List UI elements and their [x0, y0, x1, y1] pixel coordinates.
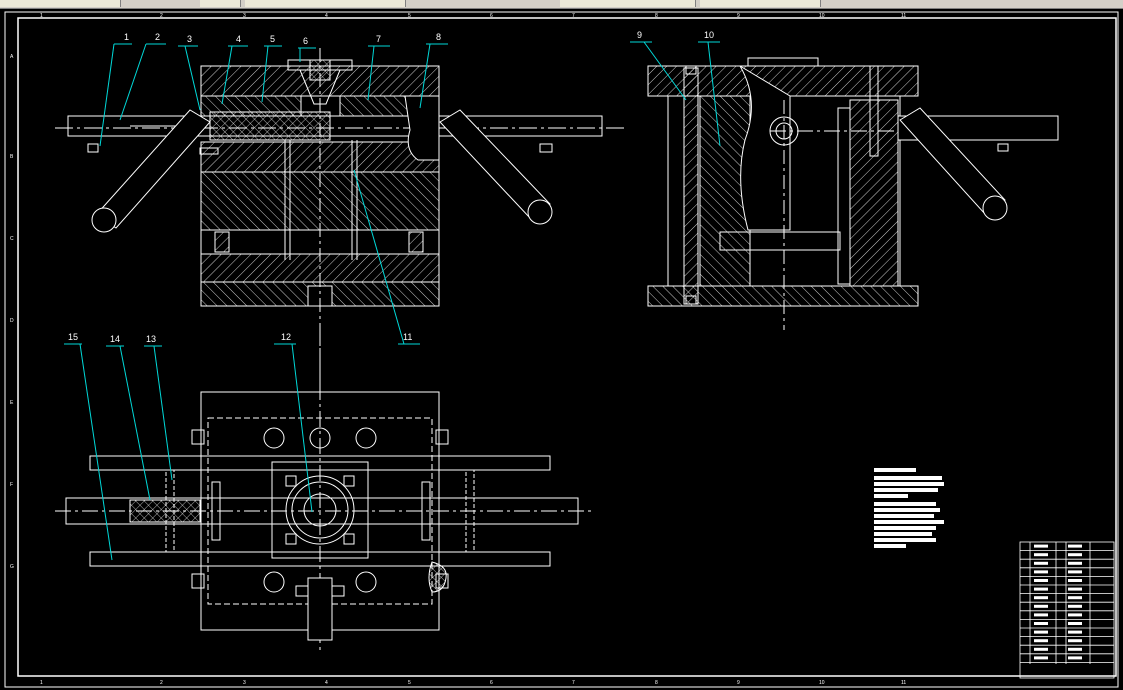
cad-drawing-canvas[interactable]: 1 2 3 4 5 6 7 8 9 10 11 1 2 3 4 5 6 7 8 9 10 11 ABCDEFG: [0, 0, 1123, 690]
frame-column-label: 4: [325, 13, 328, 19]
title-block-parts-list: [1019, 541, 1115, 679]
part-number-label: 11: [403, 332, 412, 342]
title-block-cell-text: [1068, 596, 1082, 600]
title-block-cell-text: [1034, 656, 1048, 660]
part-number-label: 2: [155, 32, 160, 42]
frame-row-label: B: [10, 154, 14, 160]
frame-column-label: 8: [655, 680, 658, 686]
title-block-cell-text: [1068, 579, 1082, 582]
drawing-frame: [4, 11, 1119, 688]
title-block-cell-text: [1068, 630, 1082, 634]
part-number-label: 13: [146, 334, 156, 344]
part-number-label: 6: [303, 36, 308, 46]
frame-column-label: 11: [901, 680, 906, 686]
frame-column-label: 1: [40, 13, 43, 19]
part-number-label: 8: [436, 32, 441, 42]
frame-row-labels: A B C D E F G: [10, 54, 14, 570]
part-number-label: 1: [124, 32, 129, 42]
front-view: [55, 48, 625, 400]
frame-column-label: 4: [325, 680, 328, 686]
part-number-label: 14: [110, 334, 120, 344]
frame-column-label: 2: [160, 680, 163, 686]
part-number-label: 5: [270, 34, 275, 44]
frame-column-labels-bottom: 1 2 3 4 5 6 7 8 9 10 11: [40, 680, 906, 686]
title-block-cell-text: [1034, 622, 1048, 625]
slide-core: [209, 111, 331, 141]
side-view: [647, 57, 1060, 330]
title-block-cell-text: [1068, 639, 1082, 643]
part-number-label: 3: [187, 34, 192, 44]
title-block-cell-text: [1068, 613, 1082, 617]
frame-column-label: 10: [819, 13, 825, 19]
frame-column-label: 9: [737, 13, 740, 19]
frame-column-label: 8: [655, 13, 658, 19]
frame-row-label: F: [10, 482, 13, 488]
title-block-cell-text: [1034, 647, 1048, 651]
frame-column-label: 6: [490, 680, 493, 686]
title-block-cell-text: [1034, 561, 1048, 565]
title-block-cell-text: [1034, 579, 1048, 582]
frame-column-label: 3: [243, 680, 246, 686]
frame-column-label: 5: [408, 13, 411, 19]
title-block-cell-text: [1034, 587, 1048, 591]
part-number-label: 9: [637, 30, 642, 40]
title-block-cell-text: [1068, 561, 1082, 565]
title-block-cell-text: [1068, 622, 1082, 625]
frame-row-label: E: [10, 400, 14, 406]
title-block-cell-text: [1068, 656, 1082, 660]
frame-column-label: 9: [737, 680, 740, 686]
frame-column-label: 7: [572, 13, 575, 19]
frame-column-label: 2: [160, 13, 163, 19]
title-block-cell-text: [1068, 587, 1082, 591]
part-number-label: 4: [236, 34, 241, 44]
frame-row-label: A: [10, 54, 14, 60]
frame-column-label: 11: [901, 13, 906, 19]
title-block-cell-text: [1034, 553, 1048, 557]
title-block-cell-text: [1034, 630, 1048, 634]
frame-column-label: 3: [243, 13, 246, 19]
title-block-cell-text: [1034, 570, 1048, 574]
title-block-cell-text: [1034, 544, 1048, 548]
part-number-label: 15: [68, 332, 78, 342]
frame-row-label: D: [10, 318, 14, 324]
title-block-cell-text: [1034, 596, 1048, 600]
title-block-cell-text: [1068, 553, 1082, 557]
frame-column-label: 5: [408, 680, 411, 686]
part-number-label: 10: [704, 30, 714, 40]
part-number-label: 12: [281, 332, 291, 342]
title-block-cell-text: [1068, 570, 1082, 574]
title-block-cell-text: [1034, 639, 1048, 643]
title-block-cell-text: [1068, 544, 1082, 548]
frame-column-label: 7: [572, 680, 575, 686]
frame-row-label: G: [10, 564, 14, 570]
frame-column-label: 10: [819, 680, 825, 686]
top-view: [55, 330, 595, 650]
technical-notes-block: [874, 468, 944, 548]
part-number-label: 7: [376, 34, 381, 44]
frame-column-label: 1: [40, 680, 43, 686]
title-block-cell-text: [1034, 613, 1048, 617]
title-block-cell-text: [1068, 604, 1082, 608]
frame-column-label: 6: [490, 13, 493, 19]
title-block-cell-text: [1068, 647, 1082, 651]
title-block-cell-text: [1034, 604, 1048, 608]
frame-row-label: C: [10, 236, 14, 242]
